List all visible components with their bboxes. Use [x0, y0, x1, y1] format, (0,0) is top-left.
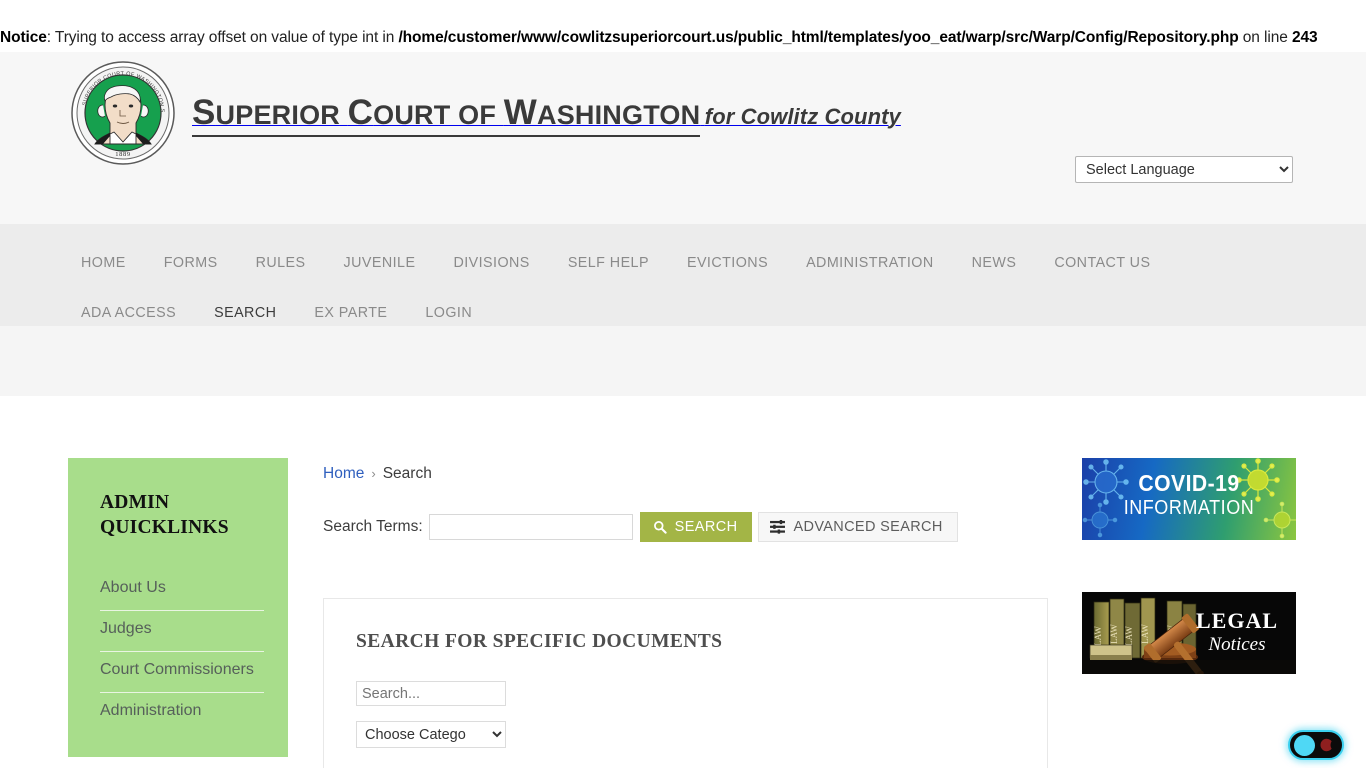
notice-message: : Trying to access array offset on value… [46, 29, 399, 46]
site-title-line2: for Cowlitz County [704, 104, 901, 129]
covid-banner-line2: INFORMATION [1123, 497, 1255, 519]
search-form: Search Terms: SEARCH ADVANCED SEARCH [323, 512, 1048, 542]
advanced-search-label: ADVANCED SEARCH [793, 519, 943, 535]
washington-state-seal-icon: SUPERIOR COURT OF WASHINGTON STATE FOR C… [67, 56, 176, 166]
language-selector[interactable]: Select Language [1075, 156, 1293, 183]
nav-link-ex-parte[interactable]: EX PARTE [314, 305, 387, 321]
search-button[interactable]: SEARCH [639, 512, 753, 542]
svg-text:LAW: LAW [1093, 626, 1103, 646]
quicklinks-title-line1: ADMIN [100, 492, 170, 513]
document-category-select[interactable]: Choose Catego [356, 721, 506, 748]
quicklink-judges[interactable]: Judges [100, 611, 264, 651]
nav-link-divisions[interactable]: DIVISIONS [453, 255, 529, 271]
advanced-search-button[interactable]: ADVANCED SEARCH [758, 512, 958, 542]
sun-circle-icon [1294, 734, 1315, 756]
site-header: SUPERIOR COURT OF WASHINGTON STATE FOR C… [0, 52, 1366, 224]
page-main: ADMIN QUICKLINKS About Us Judges Court C… [0, 458, 1366, 768]
breadcrumb-current: Search [382, 465, 432, 482]
nav-link-ada-access[interactable]: ADA ACCESS [81, 305, 176, 321]
main-navigation: HOME FORMS RULES JUVENILE DIVISIONS SELF… [0, 224, 1366, 326]
quicklink-court-commissioners[interactable]: Court Commissioners [100, 652, 264, 692]
nav-item-self-help[interactable]: SELF HELP [568, 238, 649, 288]
breadcrumb-separator-icon: › [371, 466, 376, 481]
nav-item-ada-access[interactable]: ADA ACCESS [81, 288, 176, 338]
nav-list: HOME FORMS RULES JUVENILE DIVISIONS SELF… [81, 238, 1291, 338]
legal-banner-line1: LEGAL [1195, 608, 1279, 633]
content-column: Home › Search Search Terms: SEARCH ADVAN… [288, 458, 1082, 768]
quicklink-about-us[interactable]: About Us [100, 570, 264, 610]
notice-label: Notice [0, 29, 47, 46]
nav-item-contact-us[interactable]: CONTACT US [1054, 238, 1150, 288]
list-item[interactable]: Court Commissioners [100, 652, 264, 693]
notice-tail: on line [1238, 29, 1292, 46]
list-item[interactable]: Judges [100, 611, 264, 652]
search-button-label: SEARCH [674, 519, 738, 535]
covid-19-information-banner[interactable]: COVID-19 INFORMATION [1082, 458, 1296, 540]
legal-notices-banner[interactable]: LAW LAW LAW LAW LAW [1082, 592, 1296, 674]
list-item[interactable]: About Us [100, 570, 264, 611]
breadcrumb: Home › Search [323, 458, 1048, 483]
content-top-gap [0, 396, 1366, 458]
quicklinks-title: ADMIN QUICKLINKS [100, 490, 264, 540]
right-sidebar: COVID-19 INFORMATION LAW LAW LAW LAW LEG… [1082, 458, 1296, 726]
nav-link-rules[interactable]: RULES [256, 255, 306, 271]
nav-link-search[interactable]: SEARCH [214, 305, 276, 321]
covid-banner-line1: COVID-19 [1138, 470, 1240, 496]
svg-text:LAW: LAW [1140, 624, 1150, 644]
nav-item-news[interactable]: NEWS [972, 238, 1017, 288]
quicklinks-title-line2: QUICKLINKS [100, 517, 229, 538]
search-icon [653, 520, 667, 534]
svg-text:LAW: LAW [1124, 626, 1134, 646]
nav-link-self-help[interactable]: SELF HELP [568, 255, 649, 271]
nav-link-news[interactable]: NEWS [972, 255, 1017, 271]
quicklinks-list: About Us Judges Court Commissioners Admi… [100, 570, 264, 733]
list-item[interactable]: Administration [100, 693, 264, 733]
quicklink-administration[interactable]: Administration [100, 693, 264, 733]
nav-item-rules[interactable]: RULES [256, 238, 306, 288]
documents-panel-title: SEARCH FOR SPECIFIC DOCUMENTS [356, 631, 723, 652]
specific-documents-panel: SEARCH FOR SPECIFIC DOCUMENTS Choose Cat… [323, 598, 1048, 768]
nav-link-administration[interactable]: ADMINISTRATION [806, 255, 934, 271]
document-search-input[interactable] [356, 681, 506, 706]
notice-file-path: /home/customer/www/cowlitzsuperiorcourt.… [398, 29, 1239, 46]
search-terms-label: Search Terms: [323, 518, 423, 535]
nav-item-login[interactable]: LOGIN [425, 288, 472, 338]
nav-link-contact-us[interactable]: CONTACT US [1054, 255, 1150, 271]
breadcrumb-home-link[interactable]: Home [323, 465, 364, 482]
site-title-block: SUPERIOR COURT OF WASHINGTON for Cowlitz… [192, 93, 901, 137]
sub-header-band [0, 326, 1366, 396]
nav-link-login[interactable]: LOGIN [425, 305, 472, 321]
nav-link-home[interactable]: HOME [81, 255, 126, 271]
nav-link-forms[interactable]: FORMS [164, 255, 218, 271]
nav-item-ex-parte[interactable]: EX PARTE [314, 288, 387, 338]
admin-quicklinks-panel: ADMIN QUICKLINKS About Us Judges Court C… [68, 458, 288, 757]
legal-banner-line2: Notices [1208, 634, 1266, 655]
nav-item-juvenile[interactable]: JUVENILE [344, 238, 416, 288]
svg-text:LAW: LAW [1109, 624, 1119, 644]
search-terms-input[interactable] [428, 514, 633, 540]
nav-item-administration[interactable]: ADMINISTRATION [806, 238, 934, 288]
nav-item-evictions[interactable]: EVICTIONS [687, 238, 768, 288]
sliders-icon [770, 520, 786, 534]
legal-banner-text: LEGAL Notices [1185, 608, 1289, 657]
nav-link-juvenile[interactable]: JUVENILE [344, 255, 416, 271]
php-notice-banner: Notice: Trying to access array offset on… [0, 0, 1366, 52]
covid-banner-text: COVID-19 INFORMATION [1082, 471, 1296, 521]
nav-item-divisions[interactable]: DIVISIONS [453, 238, 529, 288]
nav-item-home[interactable]: HOME [81, 238, 126, 288]
nav-item-search[interactable]: SEARCH [214, 288, 276, 338]
nav-item-forms[interactable]: FORMS [164, 238, 218, 288]
site-logo-link[interactable]: SUPERIOR COURT OF WASHINGTON STATE FOR C… [67, 56, 901, 166]
moon-icon [1319, 737, 1336, 754]
dark-mode-toggle[interactable] [1288, 730, 1344, 760]
seal-year-label: 1889 [115, 151, 130, 158]
nav-link-evictions[interactable]: EVICTIONS [687, 255, 768, 271]
site-title-line1: SUPERIOR COURT OF WASHINGTON [192, 93, 701, 137]
sidebar: ADMIN QUICKLINKS About Us Judges Court C… [68, 458, 288, 757]
notice-line-number: 243 [1291, 29, 1318, 46]
